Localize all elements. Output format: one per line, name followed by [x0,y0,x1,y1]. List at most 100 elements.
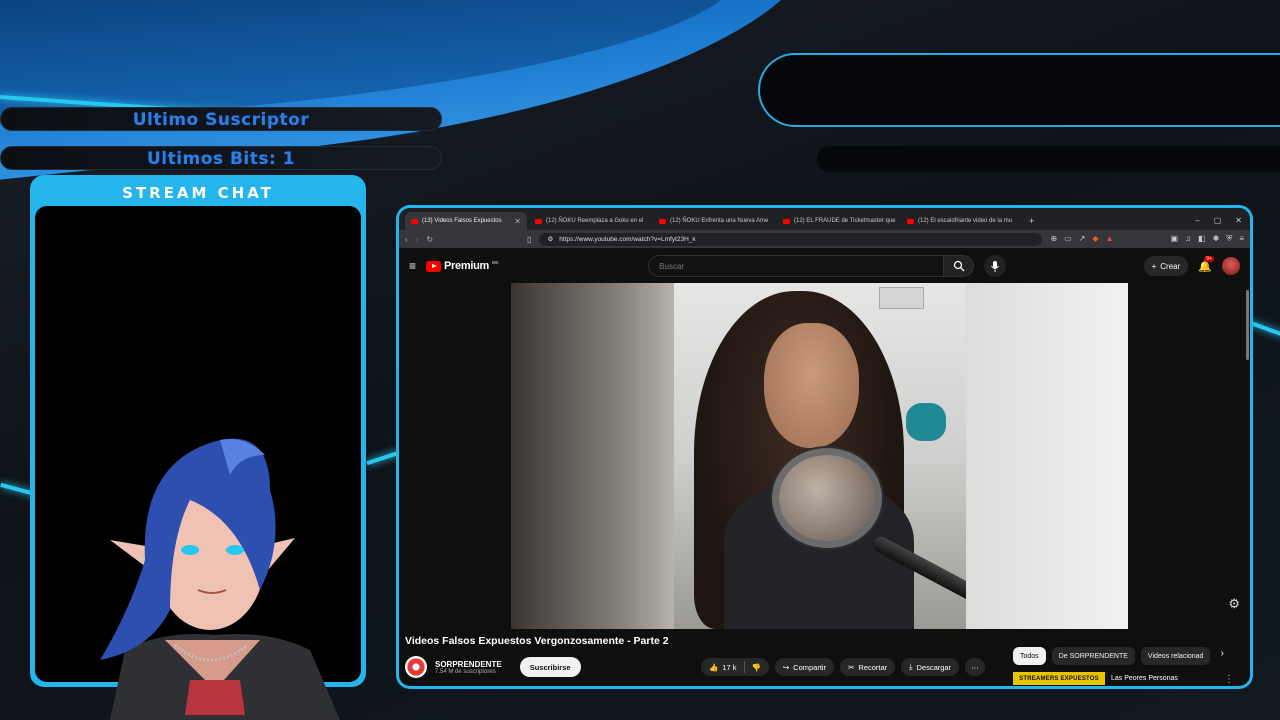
hamburger-menu-icon[interactable]: ≡ [409,259,416,273]
close-tab-icon[interactable]: ✕ [514,217,521,226]
download-button[interactable]: ⤓ Descargar [901,658,960,676]
last-subscriber-bar: Ultimo Suscriptor [0,107,442,131]
right-info-bar [817,146,1280,172]
stream-overlay: Ultimo Suscriptor Ultimos Bits: 1 STREAM… [0,0,1280,720]
logo-text: Premium [444,260,489,272]
scrollbar[interactable] [1246,290,1249,360]
recommended-video[interactable]: STREAMERS EXPUESTOS Las Peores Personas [1013,672,1178,685]
tab-label: (12) ÑOKU Enfrenta una Nueva Ame [670,218,769,224]
search-input[interactable]: Buscar [648,255,945,277]
account-avatar[interactable] [1222,257,1240,275]
chip-all[interactable]: Todos [1013,647,1046,665]
notification-badge: 9+ [1204,255,1214,262]
download-label: Descargar [916,662,952,672]
like-count: 17 k [722,662,737,672]
video-title: Videos Falsos Expuestos Vergonzosamente … [405,635,669,647]
cast-icon[interactable]: ▭ [1064,234,1072,244]
youtube-favicon-icon [783,218,790,224]
vpn-icon[interactable]: ⛨ [1226,234,1232,244]
youtube-favicon-icon [535,218,542,224]
share-icon: ↪ [782,662,790,672]
wallet-icon[interactable]: ▣ [1171,234,1179,244]
back-icon[interactable]: ‹ [405,235,408,244]
share-button[interactable]: ↪ Compartir [774,658,835,676]
last-bits-bar: Ultimos Bits: 1 [0,146,442,170]
forward-icon[interactable]: › [416,235,419,244]
sidebar-icon[interactable]: ◧ [1198,234,1206,244]
new-tab-button[interactable]: + [1025,216,1038,230]
related-chips: Todos De SORPRENDENTE Videos relacionad [1013,647,1211,665]
browser-tab[interactable]: (12) El escalofriante video de la mu [901,212,1023,230]
reload-icon[interactable]: ↻ [426,235,433,244]
music-icon[interactable]: ♫ [1185,234,1191,244]
youtube-favicon-icon [907,218,914,224]
video-person-face [764,323,859,448]
create-label: Crear [1160,261,1181,271]
thumbs-up-icon: 👍 [709,662,719,672]
url-field[interactable]: ⚙ https://www.youtube.com/watch?v=Lmfyt23… [539,232,1043,246]
url-text: https://www.youtube.com/watch?v=Lmfyt23H… [559,235,696,243]
browser-tab[interactable]: (12) ÑOKU Enfrenta una Nueva Ame [653,212,775,230]
browser-tab[interactable]: (12) EL FRAUDE de Ticketmaster que [777,212,899,230]
address-toolbar: ‹ › ↻ ▯ ⚙ https://www.youtube.com/watch?v… [399,230,1250,248]
search-icon [953,260,965,272]
rewards-icon[interactable]: ▲ [1106,234,1114,244]
clip-button[interactable]: ✂ Recortar [840,658,896,676]
video-frame-left [511,283,674,629]
recommended-title: Las Peores Personas [1111,675,1178,682]
magnifying-glass-icon [772,448,882,548]
chip-channel[interactable]: De SORPRENDENTE [1051,647,1135,665]
browser-tab[interactable]: (12) ÑOKU Reemplaza a Goku en el [529,212,651,230]
voice-search-button[interactable] [984,255,1007,277]
extensions-icon[interactable]: ✱ [1213,234,1220,244]
brave-shield-icon[interactable]: ◆ [1092,234,1098,244]
robot-icon[interactable]: ⚙ [1228,596,1240,612]
channel-name[interactable]: SORPRENDENTE [435,660,502,669]
vtuber-avatar [100,438,340,720]
zoom-icon[interactable]: ⊕ [1050,234,1057,244]
channel-info: SORPRENDENTE 7.54 M de suscriptores [435,660,502,675]
extensions-toolbar: ⊕ ▭ ↗ ◆ ▲ ▣ ♫ ◧ ✱ ⛨ ≡ [1050,234,1244,244]
site-info-icon[interactable]: ⚙ [547,235,553,243]
share-page-icon[interactable]: ↗ [1079,234,1086,244]
tab-label: (12) ÑOKU Reemplaza a Goku en el [546,218,644,224]
bookmark-icon[interactable]: ▯ [527,235,531,244]
browser-tab[interactable]: (13) Videos Falsos Expuestos ✕ [405,212,527,230]
youtube-logo[interactable]: Premium MX [426,260,498,272]
share-label: Compartir [793,662,827,672]
more-actions-button[interactable]: ⋯ [965,658,985,676]
close-window-button[interactable]: ✕ [1235,216,1242,225]
menu-icon[interactable]: ≡ [1239,234,1244,244]
chip-related[interactable]: Videos relacionad [1140,647,1211,665]
thumbs-down-icon[interactable]: 👎 [752,663,761,672]
video-frame-right [966,283,1128,629]
last-bits-label: Ultimos Bits: 1 [146,149,296,169]
tab-label: (12) EL FRAUDE de Ticketmaster que [794,218,896,224]
more-options-icon[interactable]: ⋮ [1224,674,1234,685]
tab-label: (12) El escalofriante video de la mu [918,218,1013,224]
create-button[interactable]: + Crear [1143,256,1189,276]
subscribe-button[interactable]: Suscribirse [519,657,581,677]
tab-label: (13) Videos Falsos Expuestos [422,218,502,224]
like-button[interactable]: 👍 17 k 👎 [701,658,769,676]
clip-label: Recortar [858,662,888,672]
chevron-right-icon[interactable]: › [1221,648,1224,659]
teal-fixture [906,403,946,441]
notifications-button[interactable]: 🔔 9+ [1198,255,1214,273]
youtube-header: ≡ Premium MX Buscar + Crear 🔔 9+ [399,248,1250,284]
top-right-banner [758,53,1280,127]
video-player[interactable] [511,283,1128,629]
bell-icon: 🔔 [1198,260,1212,273]
download-icon: ⤓ [909,662,913,671]
stream-chat-title: STREAM CHAT [122,184,274,202]
subscriber-count: 7.54 M de suscriptores [435,668,496,675]
region-code: MX [492,259,499,265]
search-button[interactable] [944,255,975,277]
maximize-button[interactable]: ▢ [1214,216,1222,225]
recommended-thumbnail: STREAMERS EXPUESTOS [1013,672,1105,685]
channel-avatar[interactable] [405,656,427,678]
scissors-icon: ✂ [848,662,855,672]
plus-icon: + [1151,261,1157,271]
minimize-button[interactable]: – [1195,216,1199,225]
youtube-favicon-icon [659,218,666,224]
